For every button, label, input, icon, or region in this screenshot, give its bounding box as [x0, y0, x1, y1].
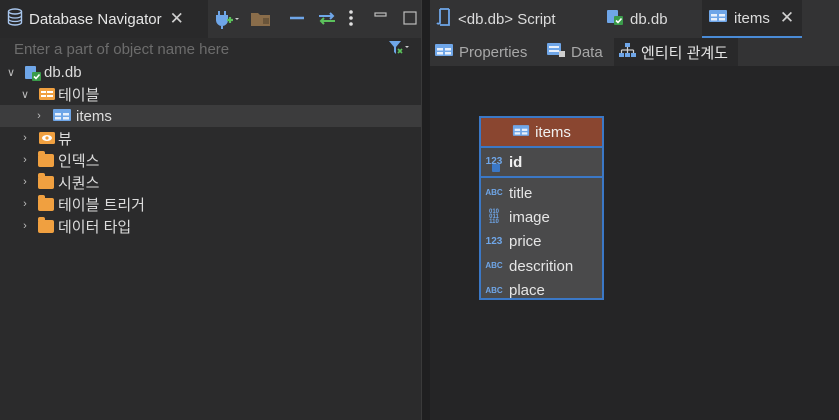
navigator-title: Database Navigator [29, 10, 162, 28]
navigator-tabbar: Database Navigator ✕ [0, 0, 421, 38]
string-type-icon: ABC [485, 188, 503, 198]
data-icon [546, 42, 566, 62]
tree-item-data-types[interactable]: › 데이터 타입 [0, 215, 421, 237]
tree-item-label: 인덱스 [58, 152, 100, 170]
close-icon[interactable]: ✕ [780, 8, 794, 28]
chevron-right-icon[interactable]: › [18, 198, 32, 210]
column-name: descrition [509, 257, 574, 275]
column-name: place [509, 282, 545, 300]
column-name: title [509, 184, 533, 202]
primary-key-number-icon: 123 [484, 157, 504, 172]
tree-item-label: db.db [44, 63, 82, 81]
tab-properties[interactable]: Properties [434, 38, 540, 66]
new-folder-button[interactable] [250, 8, 272, 30]
minimize-button[interactable] [370, 8, 392, 30]
subtab-label: 엔티티 관계도 [641, 44, 728, 62]
column-row[interactable]: ABC title [481, 181, 602, 205]
tree-item-label: 테이블 트리거 [58, 196, 145, 214]
column-row[interactable]: ABC descrition [481, 254, 602, 278]
tree-item-label: 데이터 타입 [58, 218, 132, 236]
number-type-icon: 123 [485, 235, 503, 247]
chevron-right-icon[interactable]: › [18, 176, 32, 188]
editor-tabbar: <db.db> Script db.db items ✕ [430, 0, 839, 38]
table-icon [708, 9, 728, 27]
tree-item-label: items [76, 107, 112, 125]
folder-icon [38, 173, 54, 190]
views-icon [38, 130, 55, 146]
tree-item-db[interactable]: ∨ db.db [0, 61, 421, 83]
folder-icon [38, 195, 54, 212]
folder-icon [38, 151, 54, 168]
tree-item-triggers[interactable]: › 테이블 트리거 [0, 193, 421, 215]
filter-input[interactable] [8, 38, 390, 60]
tab-label: items [734, 9, 770, 27]
view-menu-button[interactable] [346, 8, 356, 30]
tab-label: db.db [630, 10, 668, 28]
binary-type-icon: 010 011 110 [488, 209, 499, 226]
entity-primary-key[interactable]: 123 id [481, 146, 602, 178]
string-type-icon: ABC [485, 285, 503, 295]
subtab-label: Properties [459, 43, 528, 61]
properties-icon [434, 43, 454, 61]
tree-item-sequences[interactable]: › 시퀀스 [0, 171, 421, 193]
navigator-toolbar [214, 6, 430, 32]
tab-items[interactable]: items ✕ [702, 0, 802, 38]
table-icon [512, 124, 530, 141]
navigator-view-tab[interactable]: Database Navigator ✕ [0, 0, 208, 38]
entity-header[interactable]: items [481, 118, 602, 146]
editor-panel: <db.db> Script db.db items ✕ Properties … [430, 0, 839, 420]
pane-divider[interactable] [421, 0, 430, 420]
filter-row [0, 38, 421, 60]
column-row[interactable]: 123 price [481, 230, 602, 254]
link-with-editor-button[interactable] [316, 8, 338, 30]
new-connection-button[interactable] [214, 8, 239, 30]
tables-folder-icon [38, 86, 55, 102]
script-icon [436, 7, 452, 31]
close-icon[interactable]: ✕ [170, 9, 184, 29]
entity-items[interactable]: items 123 id ABC title 010011110 image [479, 116, 604, 300]
column-name: image [509, 209, 550, 227]
tab-data[interactable]: Data [546, 38, 610, 66]
maximize-button[interactable] [400, 8, 422, 30]
chevron-right-icon[interactable]: › [32, 110, 46, 122]
column-row[interactable]: 010 011 110 image [481, 205, 602, 229]
tree-item-label: 시퀀스 [58, 174, 100, 192]
chevron-right-icon[interactable]: › [18, 154, 32, 166]
tab-er-diagram[interactable]: 엔티티 관계도 [614, 38, 738, 66]
collapse-all-button[interactable] [286, 8, 308, 30]
chevron-right-icon[interactable]: › [18, 132, 32, 144]
chevron-down-icon[interactable]: ∨ [18, 88, 32, 101]
column-row[interactable]: ABC place [481, 279, 602, 303]
database-icon [7, 7, 23, 31]
string-type-icon: ABC [485, 261, 503, 271]
editor-subtabbar: Properties Data 엔티티 관계도 [430, 38, 839, 66]
er-diagram-canvas[interactable]: items 123 id ABC title 010011110 image [430, 66, 839, 420]
primary-key-name: id [509, 153, 523, 171]
entity-columns: ABC title 010 011 110 image 123 price ABC … [481, 178, 602, 303]
tree-item-tables[interactable]: ∨ 테이블 [0, 83, 421, 105]
chevron-down-icon[interactable]: ∨ [4, 66, 18, 79]
folder-icon [38, 217, 54, 234]
tab-label: <db.db> Script [458, 10, 556, 28]
filter-icon[interactable] [388, 40, 410, 61]
subtab-label: Data [571, 43, 603, 61]
database-navigator-panel: Database Navigator ✕ Enter a part of obj… [0, 0, 421, 420]
tab-db[interactable]: db.db [602, 0, 692, 38]
sqlite-db-icon [606, 8, 624, 30]
tree-item-views[interactable]: › 뷰 [0, 127, 421, 149]
tree-item-label: 뷰 [58, 130, 72, 148]
tree-item-items[interactable]: › items [0, 105, 421, 127]
navigator-tree: ∨ db.db ∨ 테이블 › items › 뷰 › 인덱스 › 시퀀스 › … [0, 61, 421, 237]
table-icon [52, 108, 72, 124]
column-name: price [509, 233, 542, 251]
entity-name: items [535, 123, 571, 141]
chevron-right-icon[interactable]: › [18, 220, 32, 232]
sqlite-db-icon [24, 64, 41, 81]
er-diagram-icon [618, 42, 636, 62]
tree-item-indexes[interactable]: › 인덱스 [0, 149, 421, 171]
tab-script[interactable]: <db.db> Script [434, 0, 594, 38]
tree-item-label: 테이블 [58, 86, 100, 104]
